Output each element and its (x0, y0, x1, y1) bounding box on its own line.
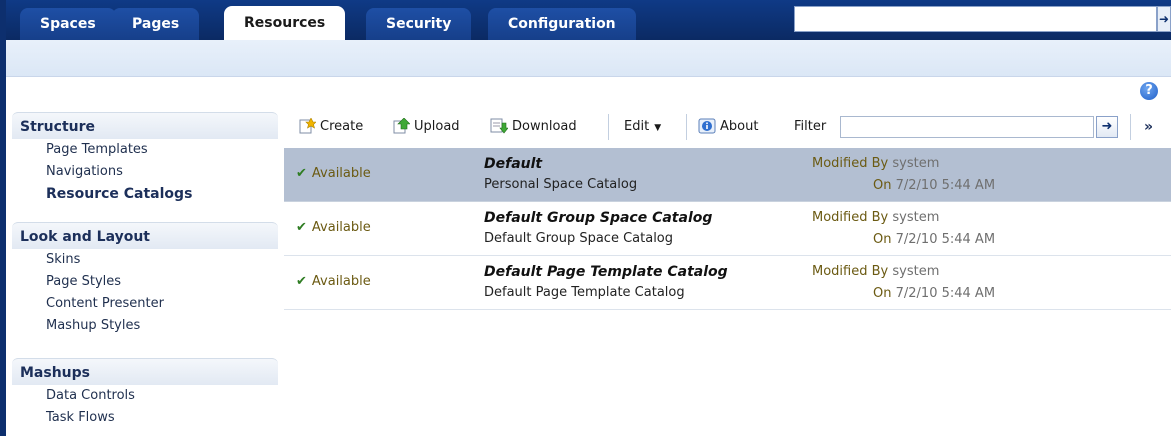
top-tab-bar: Spaces Pages Resources Security Configur… (6, 0, 1171, 40)
modified-on: On 7/2/10 5:44 AM (873, 178, 995, 193)
modified-by-value: system (892, 264, 940, 279)
sidebar-item-skins[interactable]: Skins (12, 249, 278, 271)
toolbar-separator (608, 114, 609, 140)
sidebar-item-page-styles[interactable]: Page Styles (12, 271, 278, 293)
status-text: Available (311, 274, 371, 289)
global-search-go-icon[interactable]: ➜ (1157, 6, 1171, 32)
tab-pages[interactable]: Pages (112, 8, 200, 40)
tab-configuration[interactable]: Configuration (488, 8, 636, 40)
modified-on-value: 7/2/10 5:44 AM (895, 286, 996, 301)
sidebar-item-task-flows[interactable]: Task Flows (12, 407, 278, 429)
tab-security[interactable]: Security (366, 8, 472, 40)
modified-on: On 7/2/10 5:44 AM (873, 232, 995, 247)
sidebar-section-look-and-layout: Look and Layout Skins Page Styles Conten… (12, 222, 278, 337)
modified-on-value: 7/2/10 5:44 AM (895, 232, 996, 247)
sidebar-section-structure: Structure Page Templates Navigations Res… (12, 112, 278, 205)
sidebar-item-data-controls[interactable]: Data Controls (12, 385, 278, 407)
about-icon (698, 118, 716, 133)
sidebar-item-resource-catalogs[interactable]: Resource Catalogs (12, 183, 278, 205)
tab-resources[interactable]: Resources (224, 6, 346, 40)
table-row[interactable]: ✔ Available Default Personal Space Catalo… (284, 148, 1171, 202)
modified-on-label: On (873, 178, 892, 193)
toolbar-separator (686, 114, 687, 140)
sidebar-section-title: Mashups (12, 358, 278, 385)
modified-by: Modified By system (812, 264, 939, 279)
toolbar-overflow-button[interactable]: » (1144, 108, 1153, 146)
modified-on-label: On (873, 286, 892, 301)
upload-label: Upload (414, 119, 460, 134)
check-icon: ✔ (296, 220, 307, 235)
modified-by: Modified By system (812, 210, 939, 225)
filter-input[interactable] (840, 116, 1094, 138)
app-window: Spaces Pages Resources Security Configur… (0, 0, 1171, 436)
table-row[interactable]: ✔ Available Default Page Template Catalog… (284, 256, 1171, 310)
check-icon: ✔ (296, 166, 307, 181)
filter-go-icon[interactable]: ➜ (1096, 116, 1118, 138)
sidebar-item-page-templates[interactable]: Page Templates (12, 139, 278, 161)
sidebar-section-title: Look and Layout (12, 222, 278, 249)
modified-by-label: Modified By (812, 264, 889, 279)
edit-label: Edit (624, 119, 650, 134)
create-button[interactable]: Create (298, 108, 363, 146)
sidebar-item-content-presenter[interactable]: Content Presenter (12, 293, 278, 315)
sidebar-section-title: Structure (12, 112, 278, 139)
sidebar-item-navigations[interactable]: Navigations (12, 161, 278, 183)
upload-icon (393, 117, 410, 133)
status-text: Available (311, 166, 371, 181)
edit-menu-button[interactable]: Edit ▼ (624, 108, 661, 146)
sidebar: Structure Page Templates Navigations Res… (6, 108, 278, 436)
status-badge: ✔ Available (296, 220, 371, 235)
catalog-description: Default Page Template Catalog (484, 285, 685, 300)
check-icon: ✔ (296, 274, 307, 289)
modified-on-value: 7/2/10 5:44 AM (895, 178, 996, 193)
download-icon (490, 118, 508, 133)
catalog-description: Personal Space Catalog (484, 177, 638, 192)
help-icon[interactable]: ? (1140, 82, 1158, 100)
catalog-description: Default Group Space Catalog (484, 231, 674, 246)
toolbar-separator (1130, 114, 1131, 140)
modified-on: On 7/2/10 5:44 AM (873, 286, 995, 301)
create-label: Create (320, 119, 364, 134)
sidebar-item-mashup-styles[interactable]: Mashup Styles (12, 315, 278, 337)
modified-by-value: system (892, 156, 940, 171)
table-row[interactable]: ✔ Available Default Group Space Catalog D… (284, 202, 1171, 256)
modified-by-label: Modified By (812, 156, 889, 171)
filter-label: Filter (794, 119, 827, 134)
modified-by-value: system (892, 210, 940, 225)
global-search-input[interactable] (794, 6, 1157, 32)
catalog-name[interactable]: Default (484, 156, 542, 172)
catalog-name[interactable]: Default Page Template Catalog (484, 264, 728, 280)
status-badge: ✔ Available (296, 166, 371, 181)
status-badge: ✔ Available (296, 274, 371, 289)
catalog-toolbar: Create Upload Download Edit ▼ About Filte… (284, 108, 1171, 146)
status-text: Available (311, 220, 371, 235)
catalog-name[interactable]: Default Group Space Catalog (484, 210, 712, 226)
about-button[interactable]: About (698, 108, 758, 146)
sidebar-section-mashups: Mashups Data Controls Task Flows (12, 358, 278, 429)
modified-by: Modified By system (812, 156, 939, 171)
download-button[interactable]: Download (490, 108, 577, 146)
about-label: About (720, 119, 759, 134)
download-label: Download (512, 119, 577, 134)
modified-by-label: Modified By (812, 210, 889, 225)
create-icon (299, 117, 316, 133)
catalog-table: ✔ Available Default Personal Space Catalo… (284, 148, 1171, 436)
header-band (6, 40, 1171, 77)
chevron-down-icon: ▼ (654, 123, 662, 133)
tab-spaces[interactable]: Spaces (20, 8, 116, 40)
modified-on-label: On (873, 232, 892, 247)
upload-button[interactable]: Upload (392, 108, 460, 146)
